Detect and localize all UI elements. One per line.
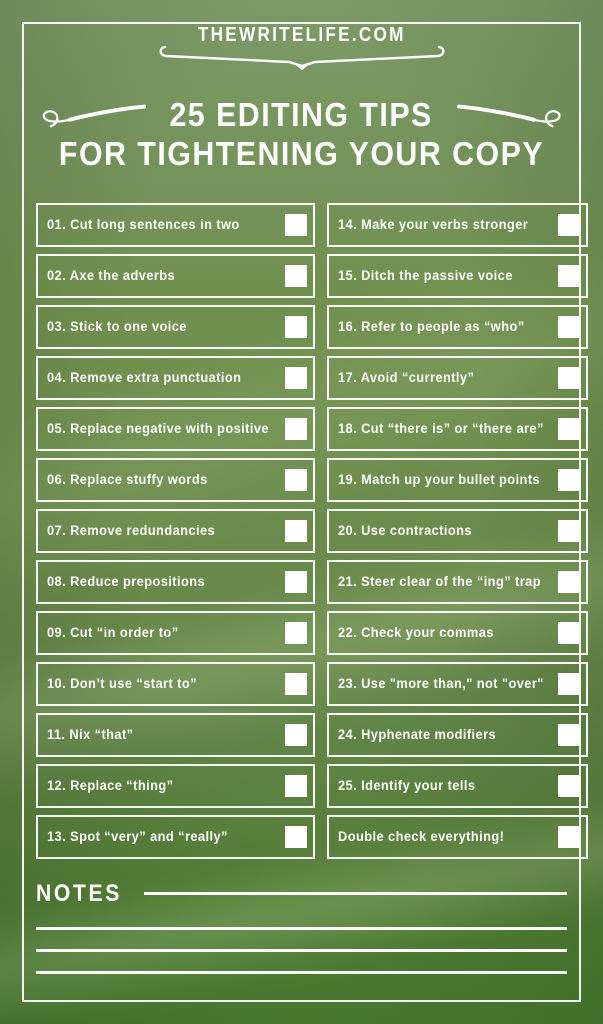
checkbox[interactable] — [284, 264, 307, 287]
title-block: 25 EDITING TIPS FOR TIGHTENING YOUR COPY — [36, 96, 567, 173]
checkbox[interactable] — [284, 774, 307, 797]
checklist-item-label: 19. Match up your bullet points — [337, 472, 540, 488]
checkbox[interactable] — [284, 570, 307, 593]
title-line-1: 25 EDITING TIPS — [169, 96, 434, 133]
checklist-item[interactable]: 11. Nix “that” — [36, 712, 315, 757]
checklist-item[interactable]: 01. Cut long sentences in two — [36, 202, 315, 247]
checklist-item-label: 23. Use "more than," not "over" — [337, 676, 544, 692]
checklist-item[interactable]: 04. Remove extra punctuation — [36, 355, 315, 400]
checklist-item-label: 03. Stick to one voice — [47, 319, 187, 335]
checklist-item[interactable]: 23. Use "more than," not "over" — [326, 661, 589, 706]
checklist-item-label: 13. Spot “very” and “really” — [47, 829, 228, 845]
checklist-item[interactable]: 18. Cut “there is” or “there are” — [326, 406, 589, 451]
checklist-item-label: 17. Avoid “currently” — [337, 370, 474, 386]
checklist-item[interactable]: Double check everything! — [326, 814, 589, 859]
checklist-item-label: 21. Steer clear of the “ing” trap — [337, 574, 541, 590]
infographic-poster: THEWRITELIFE.COM 25 EDITING TIPS FOR TIG… — [0, 0, 603, 1024]
checklist-item-label: 06. Replace stuffy words — [47, 472, 208, 488]
checkbox[interactable] — [284, 621, 307, 644]
checklist-item[interactable]: 06. Replace stuffy words — [36, 457, 315, 502]
checklist-item-label: 10. Don’t use “start to” — [47, 676, 197, 692]
checkbox[interactable] — [284, 519, 307, 542]
checklist-item-label: 16. Refer to people as “who” — [337, 319, 525, 335]
checkbox[interactable] — [558, 825, 581, 848]
checklist-item-label: 09. Cut “in order to” — [47, 625, 179, 641]
checklist-item[interactable]: 05. Replace negative with positive — [36, 406, 315, 451]
notes-writing-line[interactable] — [36, 926, 567, 930]
brand-header: THEWRITELIFE.COM — [36, 0, 567, 71]
checklist: 01. Cut long sentences in two 02. Axe th… — [36, 202, 589, 866]
checkbox[interactable] — [558, 672, 581, 695]
checklist-item-label: 25. Identify your tells — [337, 778, 476, 794]
checklist-item[interactable]: 24. Hyphenate modifiers — [326, 712, 589, 757]
notes-writing-line[interactable] — [36, 970, 567, 974]
checkbox[interactable] — [558, 315, 581, 338]
notes-writing-line[interactable] — [36, 948, 567, 952]
notes-title: NOTES — [36, 879, 122, 907]
checkbox[interactable] — [558, 774, 581, 797]
notes-writing-line[interactable] — [143, 892, 567, 896]
checkbox[interactable] — [284, 825, 307, 848]
checkbox[interactable] — [284, 366, 307, 389]
checklist-item-label: 22. Check your commas — [337, 625, 494, 641]
brand-name: THEWRITELIFE.COM — [197, 24, 406, 46]
checklist-item-label: 04. Remove extra punctuation — [47, 370, 242, 386]
checklist-item-label: 11. Nix “that” — [47, 727, 134, 743]
checklist-item-label: 15. Ditch the passive voice — [337, 268, 513, 284]
checklist-item-label: 20. Use contractions — [337, 523, 472, 539]
checkbox[interactable] — [558, 213, 581, 236]
checkbox[interactable] — [558, 723, 581, 746]
checklist-item-label: 02. Axe the adverbs — [47, 268, 176, 284]
flourish-right-icon — [456, 105, 561, 128]
checkbox[interactable] — [558, 519, 581, 542]
brand-swash-ornament — [158, 45, 445, 70]
checkbox[interactable] — [284, 672, 307, 695]
checklist-item[interactable]: 14. Make your verbs stronger — [326, 202, 589, 247]
checklist-right-column: 14. Make your verbs stronger 15. Ditch t… — [326, 202, 589, 866]
checklist-item[interactable]: 16. Refer to people as “who” — [326, 304, 589, 349]
title-line-2: FOR TIGHTENING YOUR COPY — [58, 134, 545, 172]
checkbox[interactable] — [284, 417, 307, 440]
checklist-item[interactable]: 13. Spot “very” and “really” — [36, 814, 315, 859]
flourish-left-icon — [42, 105, 147, 128]
checkbox[interactable] — [284, 213, 307, 236]
checkbox[interactable] — [558, 570, 581, 593]
checklist-item-label: 24. Hyphenate modifiers — [337, 727, 496, 743]
checklist-item-label: 18. Cut “there is” or “there are” — [337, 421, 544, 437]
checklist-item-label: 08. Reduce prepositions — [47, 574, 206, 590]
checkbox[interactable] — [558, 621, 581, 644]
checklist-item[interactable]: 22. Check your commas — [326, 610, 589, 655]
checkbox[interactable] — [558, 366, 581, 389]
checklist-item[interactable]: 08. Reduce prepositions — [36, 559, 315, 604]
checkbox[interactable] — [284, 468, 307, 491]
checklist-item[interactable]: 19. Match up your bullet points — [326, 457, 589, 502]
checklist-item[interactable]: 07. Remove redundancies — [36, 508, 315, 553]
checklist-item[interactable]: 10. Don’t use “start to” — [36, 661, 315, 706]
checklist-item[interactable]: 15. Ditch the passive voice — [326, 253, 589, 298]
checklist-item[interactable]: 21. Steer clear of the “ing” trap — [326, 559, 589, 604]
checkbox[interactable] — [284, 315, 307, 338]
checkbox[interactable] — [558, 468, 581, 491]
checklist-item[interactable]: 25. Identify your tells — [326, 763, 589, 808]
checklist-item[interactable]: 17. Avoid “currently” — [326, 355, 589, 400]
notes-section: NOTES — [36, 880, 567, 974]
checklist-item-label: 12. Replace “thing” — [47, 778, 174, 794]
checkbox[interactable] — [558, 417, 581, 440]
checklist-item[interactable]: 09. Cut “in order to” — [36, 610, 315, 655]
checklist-item[interactable]: 20. Use contractions — [326, 508, 589, 553]
checklist-item-label: Double check everything! — [337, 829, 504, 845]
checklist-left-column: 01. Cut long sentences in two 02. Axe th… — [36, 202, 315, 866]
checkbox[interactable] — [284, 723, 307, 746]
checklist-item-label: 14. Make your verbs stronger — [337, 217, 528, 233]
checklist-item[interactable]: 03. Stick to one voice — [36, 304, 315, 349]
checklist-item-label: 05. Replace negative with positive — [47, 421, 269, 437]
checklist-item-label: 01. Cut long sentences in two — [47, 217, 240, 233]
checklist-item[interactable]: 02. Axe the adverbs — [36, 253, 315, 298]
checkbox[interactable] — [558, 264, 581, 287]
checklist-item[interactable]: 12. Replace “thing” — [36, 763, 315, 808]
checklist-item-label: 07. Remove redundancies — [47, 523, 216, 539]
